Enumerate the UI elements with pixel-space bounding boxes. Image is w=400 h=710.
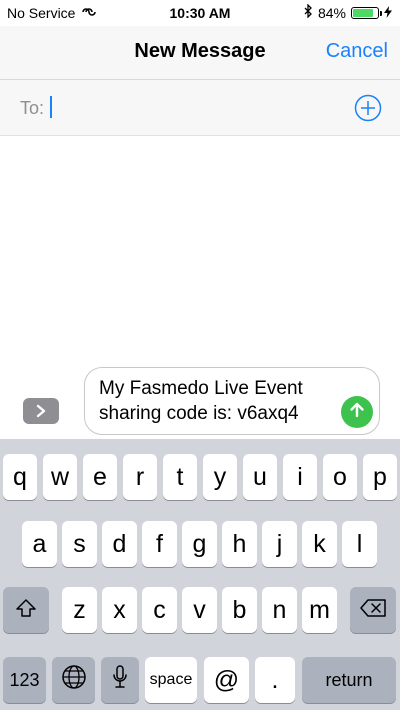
microphone-icon	[112, 664, 128, 697]
delete-key[interactable]	[350, 587, 396, 633]
battery-level-fill	[353, 8, 373, 17]
key-b[interactable]: b	[222, 587, 257, 633]
numbers-key[interactable]: 123	[3, 657, 46, 703]
status-right: 84%	[304, 3, 392, 21]
dictation-key[interactable]	[101, 657, 139, 703]
key-m[interactable]: m	[302, 587, 337, 633]
key-k[interactable]: k	[302, 521, 337, 567]
key-f[interactable]: f	[142, 521, 177, 567]
key-h[interactable]: h	[222, 521, 257, 567]
key-t[interactable]: t	[163, 454, 197, 500]
key-g[interactable]: g	[182, 521, 217, 567]
key-q[interactable]: q	[3, 454, 37, 500]
key-v[interactable]: v	[182, 587, 217, 633]
shift-icon	[15, 596, 37, 625]
plus-circle-icon[interactable]	[354, 94, 382, 122]
bluetooth-icon	[304, 3, 313, 21]
globe-key[interactable]	[52, 657, 95, 703]
key-r[interactable]: r	[123, 454, 157, 500]
delete-icon	[359, 596, 387, 625]
key-z[interactable]: z	[62, 587, 97, 633]
battery-percent: 84%	[317, 4, 346, 21]
battery-icon	[351, 6, 382, 19]
key-p[interactable]: p	[363, 454, 397, 500]
charging-bolt-icon	[384, 5, 392, 21]
globe-icon	[61, 664, 87, 697]
text-caret	[50, 96, 52, 118]
message-text[interactable]: My Fasmedo Live Event sharing code is: v…	[99, 376, 335, 426]
key-u[interactable]: u	[243, 454, 277, 500]
space-key[interactable]: space	[145, 657, 197, 703]
key-s[interactable]: s	[62, 521, 97, 567]
key-a[interactable]: a	[22, 521, 57, 567]
cancel-button[interactable]: Cancel	[326, 40, 388, 63]
key-x[interactable]: x	[102, 587, 137, 633]
key-w[interactable]: w	[43, 454, 77, 500]
period-key[interactable]: .	[255, 657, 295, 703]
nav-bar: New Message Cancel	[0, 26, 400, 80]
send-button[interactable]	[341, 396, 373, 428]
at-key[interactable]: @	[204, 657, 249, 703]
key-e[interactable]: e	[83, 454, 117, 500]
to-field-row[interactable]: To:	[0, 80, 400, 136]
message-input[interactable]: My Fasmedo Live Event sharing code is: v…	[84, 367, 380, 435]
key-d[interactable]: d	[102, 521, 137, 567]
status-bar: No Service 10:30 AM 84%	[0, 0, 400, 26]
key-o[interactable]: o	[323, 454, 357, 500]
chevron-right-icon[interactable]	[23, 398, 59, 424]
key-c[interactable]: c	[142, 587, 177, 633]
key-n[interactable]: n	[262, 587, 297, 633]
to-label: To:	[20, 98, 45, 118]
keyboard: q w e r t y u i o p a s d f g h j k l z …	[0, 439, 400, 710]
return-key[interactable]: return	[302, 657, 396, 703]
arrow-up-icon	[348, 401, 366, 424]
key-l[interactable]: l	[342, 521, 377, 567]
key-i[interactable]: i	[283, 454, 317, 500]
key-j[interactable]: j	[262, 521, 297, 567]
key-y[interactable]: y	[203, 454, 237, 500]
shift-key[interactable]	[3, 587, 49, 633]
